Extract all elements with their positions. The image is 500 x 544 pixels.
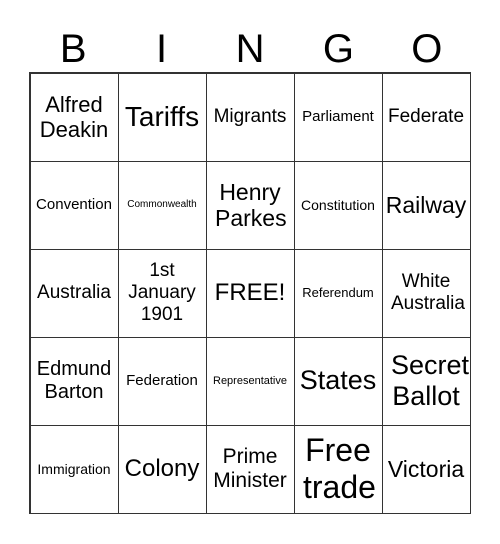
bingo-cell[interactable]: Alfred Deakin (29, 72, 119, 162)
bingo-grid: Alfred Deakin Tariffs Migrants Parliament Fe… (29, 72, 471, 514)
bingo-cell-text: Immigration (37, 460, 111, 477)
bingo-cell-text: Tariffs (124, 100, 200, 132)
bingo-cell-text: FREE! (214, 279, 286, 307)
bingo-cell[interactable]: Convention (29, 160, 119, 250)
bingo-cell-text: Representative (213, 374, 287, 387)
bingo-cell-text: White Australia (391, 271, 465, 314)
bingo-cell[interactable]: Tariffs (117, 72, 207, 162)
bingo-cell[interactable]: Edmund Barton (29, 336, 119, 426)
bingo-cell[interactable]: Australia (29, 248, 119, 338)
bingo-cell[interactable]: Constitution (293, 160, 383, 250)
bingo-cell-text: Secret Ballot (391, 349, 470, 411)
bingo-cell-text: Alfred Deakin (39, 91, 109, 142)
header-letter-o: O (411, 27, 443, 71)
bingo-cell[interactable]: Prime Minister (205, 424, 295, 514)
bingo-cell[interactable]: States (293, 336, 383, 426)
bingo-cell[interactable]: Federation (117, 336, 207, 426)
bingo-cell-text: Railway (385, 191, 467, 218)
bingo-cell-text: Free trade (303, 432, 376, 505)
bingo-cell-text: Colony (124, 455, 200, 483)
bingo-cell[interactable]: Victoria (381, 424, 471, 514)
bingo-cell-text: Constitution (301, 196, 375, 213)
bingo-cell[interactable]: Immigration (29, 424, 119, 514)
bingo-cell-text: Federation (126, 372, 198, 390)
bingo-cell[interactable]: Migrants (205, 72, 295, 162)
bingo-cell[interactable]: Free trade (293, 424, 383, 514)
bingo-cell-text: Parliament (302, 108, 374, 126)
bingo-cell-text: Australia (37, 282, 111, 304)
header-letter-n: N (235, 27, 265, 71)
bingo-cell[interactable]: FREE! (205, 248, 295, 338)
bingo-cell[interactable]: Commonwealth (117, 160, 207, 250)
bingo-cell[interactable]: Colony (117, 424, 207, 514)
bingo-cell-text: 1st January 1901 (128, 260, 196, 325)
header-letter-i: I (156, 27, 168, 71)
bingo-cell-text: Referendum (302, 284, 374, 300)
bingo-cell[interactable]: 1st January 1901 (117, 248, 207, 338)
bingo-cell[interactable]: Representative (205, 336, 295, 426)
bingo-cell[interactable]: Henry Parkes (205, 160, 295, 250)
bingo-cell-text: Migrants (213, 106, 287, 128)
bingo-cell-text: Edmund Barton (36, 358, 112, 403)
header-letter-b: B (59, 27, 87, 71)
bingo-cell[interactable]: Railway (381, 160, 471, 250)
bingo-cell[interactable]: Federate (381, 72, 471, 162)
bingo-cell[interactable]: Parliament (293, 72, 383, 162)
bingo-cell-text: Convention (36, 196, 112, 214)
header-letter-g: G (322, 27, 354, 71)
bingo-cell-text: States (299, 365, 377, 396)
bingo-cell-text: Commonwealth (127, 199, 197, 211)
bingo-cell-text: Victoria (387, 455, 465, 482)
bingo-cell[interactable]: Referendum (293, 248, 383, 338)
bingo-header: B I N G O (29, 26, 471, 72)
bingo-cell[interactable]: Secret Ballot (381, 336, 471, 426)
bingo-cell[interactable]: White Australia (381, 248, 471, 338)
bingo-cell-text: Henry Parkes (215, 178, 287, 231)
bingo-cell-text: Prime Minister (213, 444, 287, 492)
bingo-cell-text: Federate (387, 106, 465, 128)
